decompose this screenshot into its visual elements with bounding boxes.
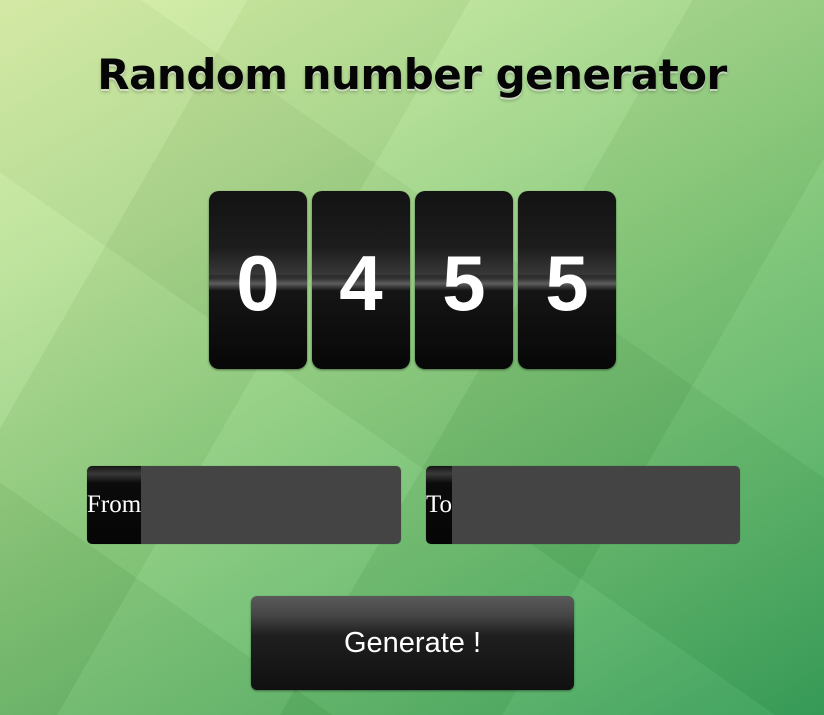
number-display: 0 4 5 5 bbox=[209, 191, 616, 369]
to-input[interactable] bbox=[452, 466, 740, 544]
from-input[interactable] bbox=[141, 466, 401, 544]
page-title: Random number generator bbox=[97, 50, 727, 100]
digit-value: 5 bbox=[442, 239, 486, 327]
digit-card: 0 bbox=[209, 191, 307, 369]
to-range-field: To bbox=[426, 466, 740, 544]
digit-card: 5 bbox=[518, 191, 616, 369]
to-label: To bbox=[426, 466, 453, 544]
digit-value: 4 bbox=[339, 239, 383, 327]
digit-card: 5 bbox=[415, 191, 513, 369]
digit-card: 4 bbox=[312, 191, 410, 369]
digit-value: 5 bbox=[545, 239, 589, 327]
from-range-field: From bbox=[87, 466, 401, 544]
from-label: From bbox=[87, 466, 142, 544]
digit-value: 0 bbox=[236, 239, 280, 327]
generate-button[interactable]: Generate ! bbox=[251, 596, 574, 690]
